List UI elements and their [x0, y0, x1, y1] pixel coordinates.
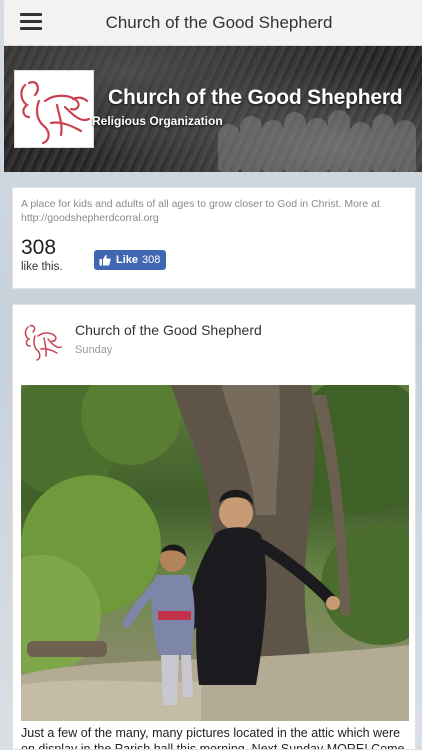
post-author-name[interactable]: Church of the Good Shepherd — [75, 322, 262, 338]
about-card: A place for kids and adults of all ages … — [12, 187, 416, 289]
good-shepherd-logo-icon — [20, 81, 91, 145]
cover-header: Church of the Good Shepherd Religious Or… — [4, 46, 422, 172]
cover-photo — [212, 102, 422, 172]
page-description: A place for kids and adults of all ages … — [21, 198, 380, 224]
like-button-label: Like — [116, 254, 139, 266]
post-photo-image — [21, 385, 409, 721]
good-shepherd-logo-icon — [24, 324, 62, 361]
like-button-count: 308 — [142, 254, 161, 266]
post-text: Just a few of the many, many pictures lo… — [21, 726, 405, 750]
page-logo[interactable] — [14, 70, 94, 148]
like-count-label: like this. — [21, 261, 63, 273]
post-photo[interactable] — [21, 385, 409, 721]
page-category: Religious Organization — [92, 114, 223, 128]
page-name[interactable]: Church of the Good Shepherd — [108, 86, 403, 110]
post-author-avatar[interactable] — [22, 319, 64, 363]
app-bar: Church of the Good Shepherd — [4, 0, 422, 46]
post-card: Church of the Good Shepherd Sunday Just … — [12, 304, 416, 750]
post-timestamp[interactable]: Sunday — [75, 344, 112, 356]
thumbs-up-icon — [99, 255, 111, 266]
like-button[interactable]: Like 308 — [94, 250, 166, 270]
like-count: 308 — [21, 236, 57, 259]
app-bar-title: Church of the Good Shepherd — [105, 13, 333, 32]
